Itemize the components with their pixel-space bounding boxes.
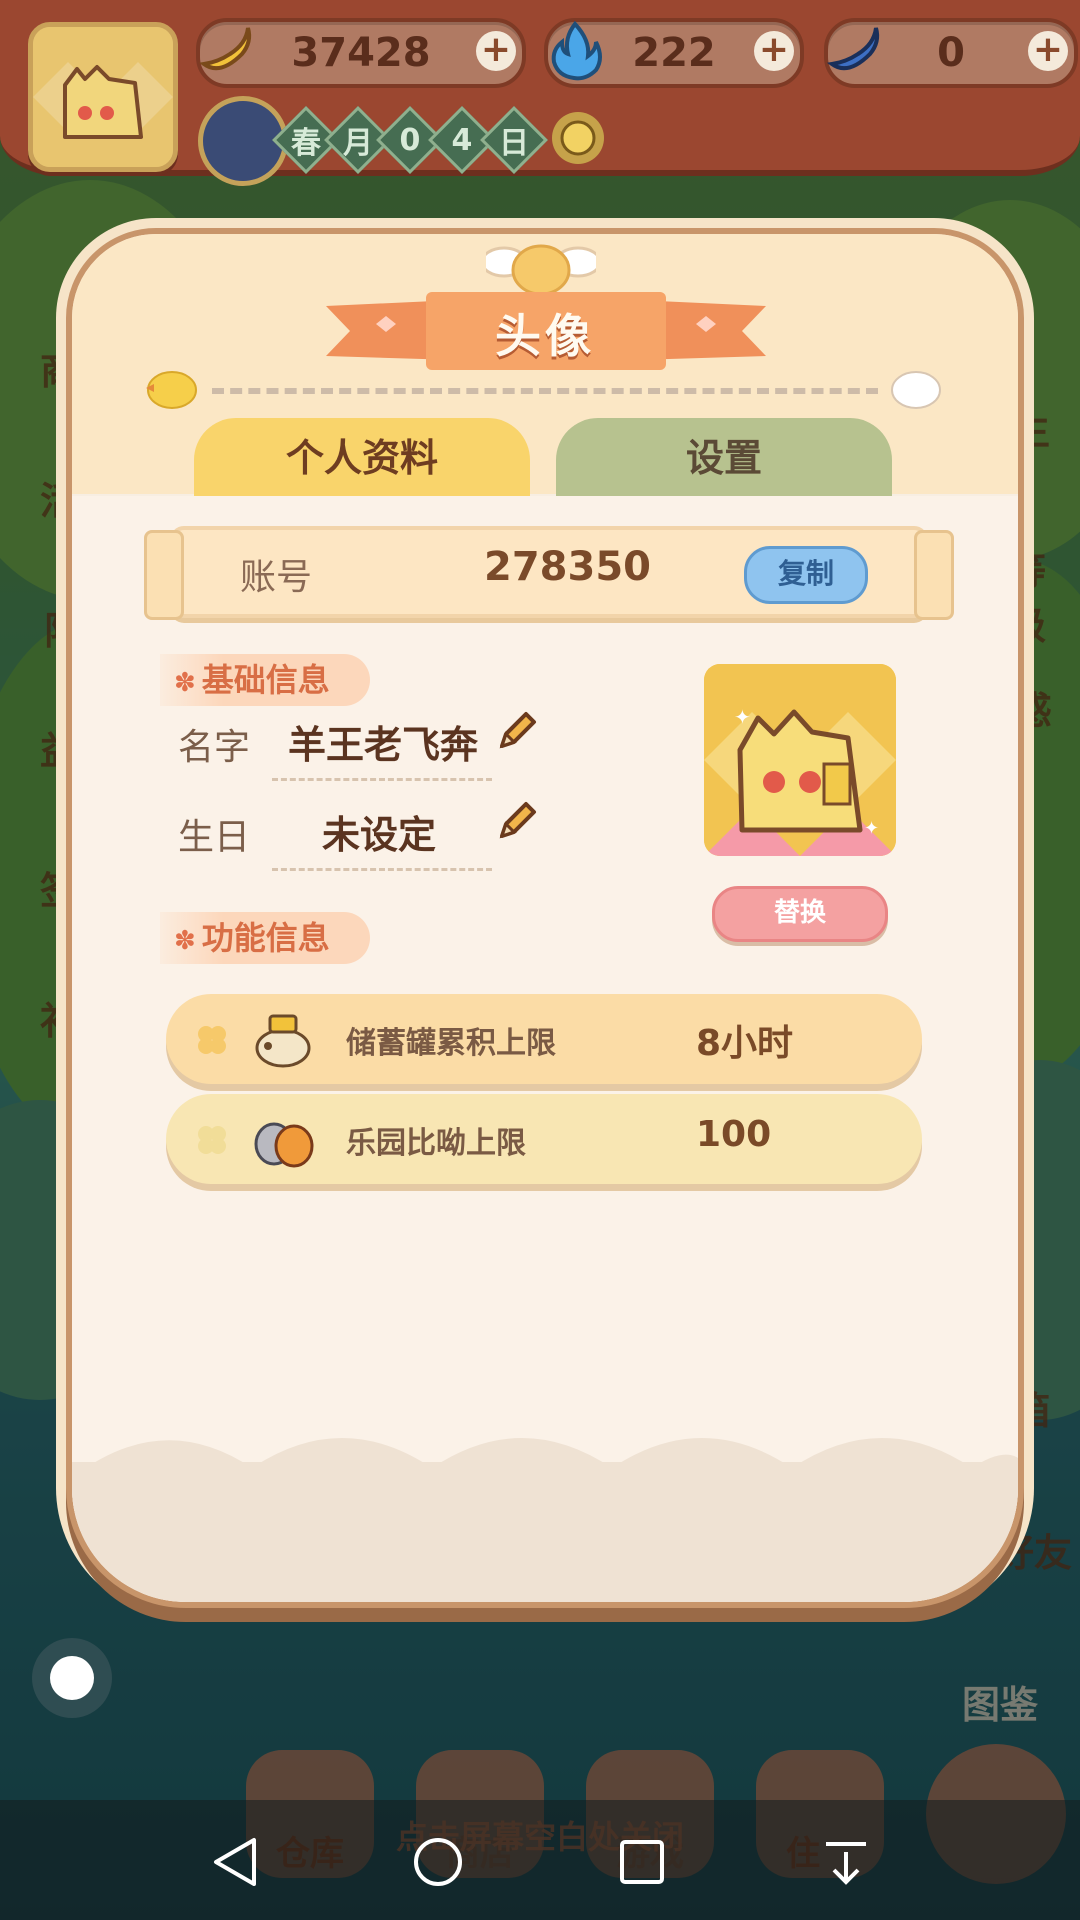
name-value: 羊王老飞奔	[288, 723, 479, 767]
edit-birthday-pencil-icon[interactable]	[492, 798, 540, 846]
account-id: 278350	[484, 544, 651, 590]
scroll-cap-left	[144, 530, 184, 620]
function-value: 100	[696, 1114, 772, 1155]
clover-icon	[198, 1026, 226, 1054]
name-underline	[272, 778, 492, 781]
banana-icon	[198, 27, 252, 71]
replace-avatar-button[interactable]: 替换	[712, 886, 888, 942]
sun-weather-icon[interactable]	[548, 108, 608, 168]
birthday-value: 未设定	[322, 813, 437, 857]
modal-title: 头像	[495, 309, 595, 363]
function-info-title: 功能信息	[201, 919, 330, 957]
copy-button[interactable]: 复制	[744, 546, 868, 604]
tap-to-close-hint: 点击屏幕空白处关闭	[395, 1818, 684, 1856]
currency-flame: 222 +	[544, 18, 804, 88]
function-label: 乐园比呦上限	[346, 1126, 526, 1161]
cats-icon	[254, 1122, 314, 1168]
flower-icon: ✽	[174, 668, 196, 698]
white-chick-icon	[891, 371, 941, 409]
notification-shade-icon[interactable]	[816, 1832, 876, 1892]
yellow-chick-icon	[146, 371, 197, 409]
basic-info-header: ✽ 基础信息	[160, 654, 370, 706]
account-label: 账号	[240, 557, 313, 598]
flame-count: 222	[632, 30, 716, 76]
edit-name-pencil-icon[interactable]	[492, 708, 540, 756]
player-avatar-button[interactable]	[28, 22, 178, 172]
function-info-header: ✽ 功能信息	[160, 912, 370, 964]
function-label: 储蓄罐累积上限	[346, 1026, 556, 1061]
function-row: 乐园比呦上限 100	[166, 1094, 922, 1184]
svg-text:✦: ✦	[734, 705, 751, 729]
birthday-underline	[272, 868, 492, 871]
currency-blue-banana: 0 +	[824, 18, 1078, 88]
birthday-label: 生日	[178, 817, 251, 858]
add-banana-button[interactable]: +	[476, 31, 516, 71]
modal-content: 账号 278350 复制 ✽ 基础信息 名字 羊王老飞奔 生日 未设定 ✦ ✦ …	[72, 496, 1018, 1602]
currency-banana: 37428 +	[196, 18, 526, 88]
function-value: 8小时	[696, 1023, 794, 1064]
add-blue-banana-button[interactable]: +	[1028, 31, 1068, 71]
home-nav-icon[interactable]	[408, 1832, 468, 1892]
divider-dashed	[212, 388, 878, 394]
name-label: 名字	[178, 727, 251, 768]
profile-avatar-image: ✦ ✦	[704, 664, 896, 856]
date-char: 日	[480, 106, 548, 174]
scallop-edge	[72, 1438, 1018, 1508]
bread-cat-avatar-icon	[33, 27, 173, 167]
piggy-bank-icon	[255, 1014, 311, 1068]
tab-profile[interactable]: 个人资料	[194, 418, 530, 508]
function-row: 储蓄罐累积上限 8小时	[166, 994, 922, 1084]
profile-modal: 头像 个人资料 设置 账号 278350 复制 ✽ 基础信息 名字 羊王老飞奔 生…	[66, 228, 1024, 1608]
bread-cat-avatar-icon: ✦ ✦	[704, 664, 896, 856]
svg-text:✦: ✦	[864, 818, 879, 839]
blue-banana-count: 0	[937, 30, 965, 76]
banana-count: 37428	[291, 30, 431, 76]
blue-banana-icon	[826, 27, 880, 71]
back-nav-icon[interactable]	[206, 1832, 266, 1892]
flower-icon: ✽	[174, 926, 196, 956]
blue-flame-icon	[551, 20, 602, 81]
floating-assist-button[interactable]	[32, 1638, 112, 1718]
add-flame-button[interactable]: +	[754, 31, 794, 71]
scroll-cap-right	[914, 530, 954, 620]
modal-footer-scallop	[72, 1438, 1018, 1602]
game-date: 春 月 0 4 日	[272, 106, 548, 174]
clover-icon	[198, 1126, 226, 1154]
top-bar: 37428 + 222 + 0 + 春 月 0 4 日	[0, 0, 1080, 186]
tab-settings[interactable]: 设置	[556, 418, 892, 508]
basic-info-title: 基础信息	[201, 661, 330, 699]
recents-nav-icon[interactable]	[612, 1832, 672, 1892]
account-panel: 账号 278350 复制	[144, 526, 954, 620]
